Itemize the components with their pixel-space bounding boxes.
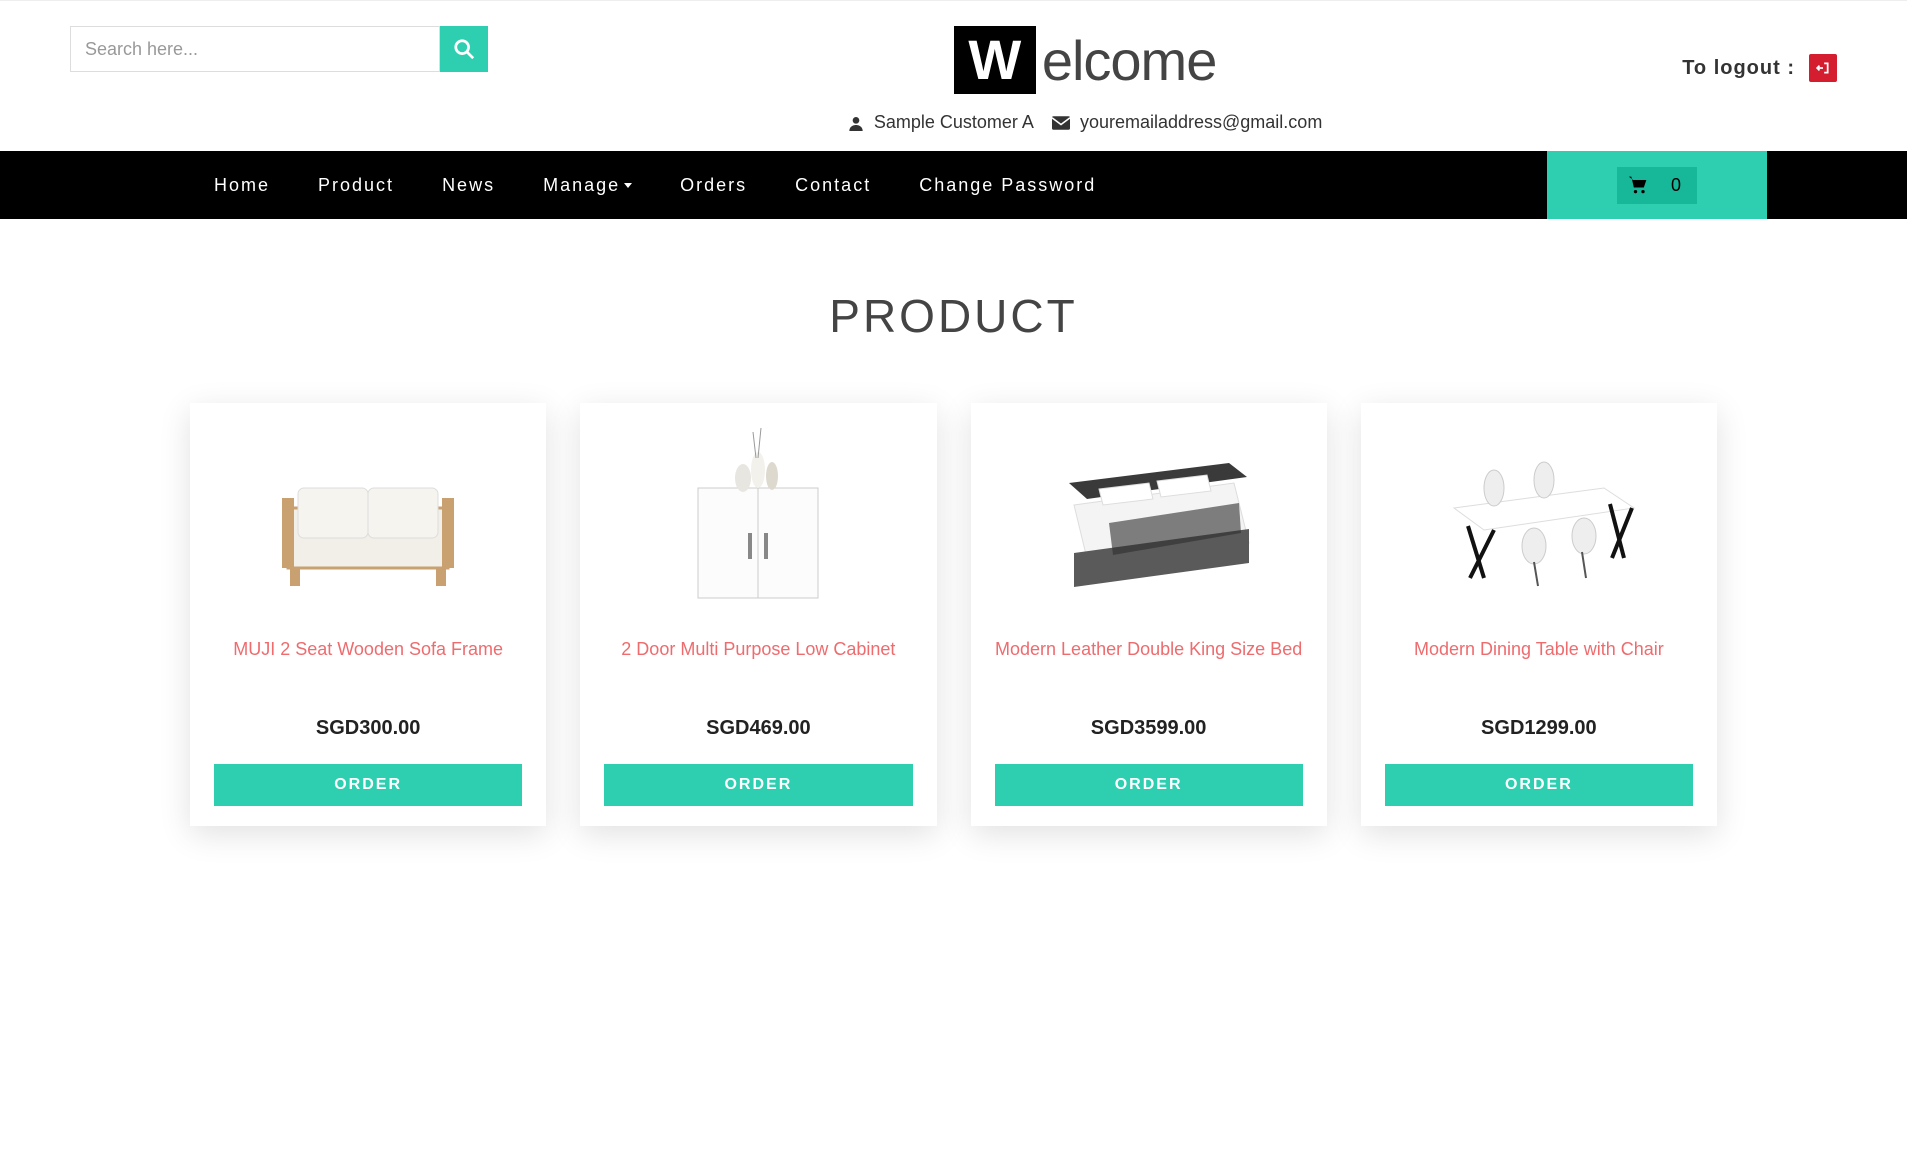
user-info-line: Sample Customer A youremailaddress@gmail…	[488, 112, 1682, 133]
cart-icon	[1627, 175, 1649, 195]
product-title-link[interactable]: 2 Door Multi Purpose Low Cabinet	[580, 633, 936, 687]
nav-product[interactable]: Product	[294, 151, 418, 219]
product-price: SGD300.00	[190, 717, 546, 740]
search-icon	[453, 38, 475, 60]
search-form	[70, 26, 488, 72]
brand-logo: W elcome	[954, 26, 1217, 94]
nav-manage-label: Manage	[543, 175, 620, 196]
nav-contact[interactable]: Contact	[771, 151, 895, 219]
search-button[interactable]	[440, 26, 488, 72]
product-price: SGD469.00	[580, 717, 936, 740]
cart-button[interactable]: 0	[1547, 151, 1767, 219]
main-nav: Home Product News Manage Orders Contact …	[0, 151, 1907, 219]
product-card: Modern Leather Double King Size Bed SGD3…	[971, 403, 1327, 826]
product-title-link[interactable]: Modern Leather Double King Size Bed	[971, 633, 1327, 687]
user-icon	[848, 115, 864, 131]
user-name: Sample Customer A	[874, 112, 1034, 133]
brand-text: elcome	[1042, 28, 1217, 93]
order-button[interactable]: ORDER	[214, 764, 522, 806]
product-image	[971, 403, 1327, 633]
nav-manage[interactable]: Manage	[519, 151, 656, 219]
order-button[interactable]: ORDER	[1385, 764, 1693, 806]
product-price: SGD1299.00	[1361, 717, 1717, 740]
user-email: youremailaddress@gmail.com	[1080, 112, 1322, 133]
product-image	[1361, 403, 1717, 633]
product-card: MUJI 2 Seat Wooden Sofa Frame SGD300.00 …	[190, 403, 546, 826]
nav-news[interactable]: News	[418, 151, 519, 219]
page-title: PRODUCT	[0, 289, 1907, 343]
brand-box: W	[954, 26, 1036, 94]
nav-orders[interactable]: Orders	[656, 151, 771, 219]
logout-icon	[1816, 61, 1830, 75]
cart-count: 0	[1661, 171, 1691, 200]
order-button[interactable]: ORDER	[995, 764, 1303, 806]
nav-home[interactable]: Home	[190, 151, 294, 219]
product-title-link[interactable]: Modern Dining Table with Chair	[1361, 633, 1717, 687]
product-image	[580, 403, 936, 633]
order-button[interactable]: ORDER	[604, 764, 912, 806]
product-price: SGD3599.00	[971, 717, 1327, 740]
chevron-down-icon	[624, 183, 632, 188]
product-grid: MUJI 2 Seat Wooden Sofa Frame SGD300.00 …	[0, 403, 1907, 866]
logout-label: To logout :	[1682, 57, 1795, 80]
envelope-icon	[1052, 116, 1070, 130]
search-input[interactable]	[70, 26, 440, 72]
product-card: Modern Dining Table with Chair SGD1299.0…	[1361, 403, 1717, 826]
product-image	[190, 403, 546, 633]
nav-change-password[interactable]: Change Password	[895, 151, 1120, 219]
product-title-link[interactable]: MUJI 2 Seat Wooden Sofa Frame	[190, 633, 546, 687]
logout-button[interactable]	[1809, 54, 1837, 82]
product-card: 2 Door Multi Purpose Low Cabinet SGD469.…	[580, 403, 936, 826]
